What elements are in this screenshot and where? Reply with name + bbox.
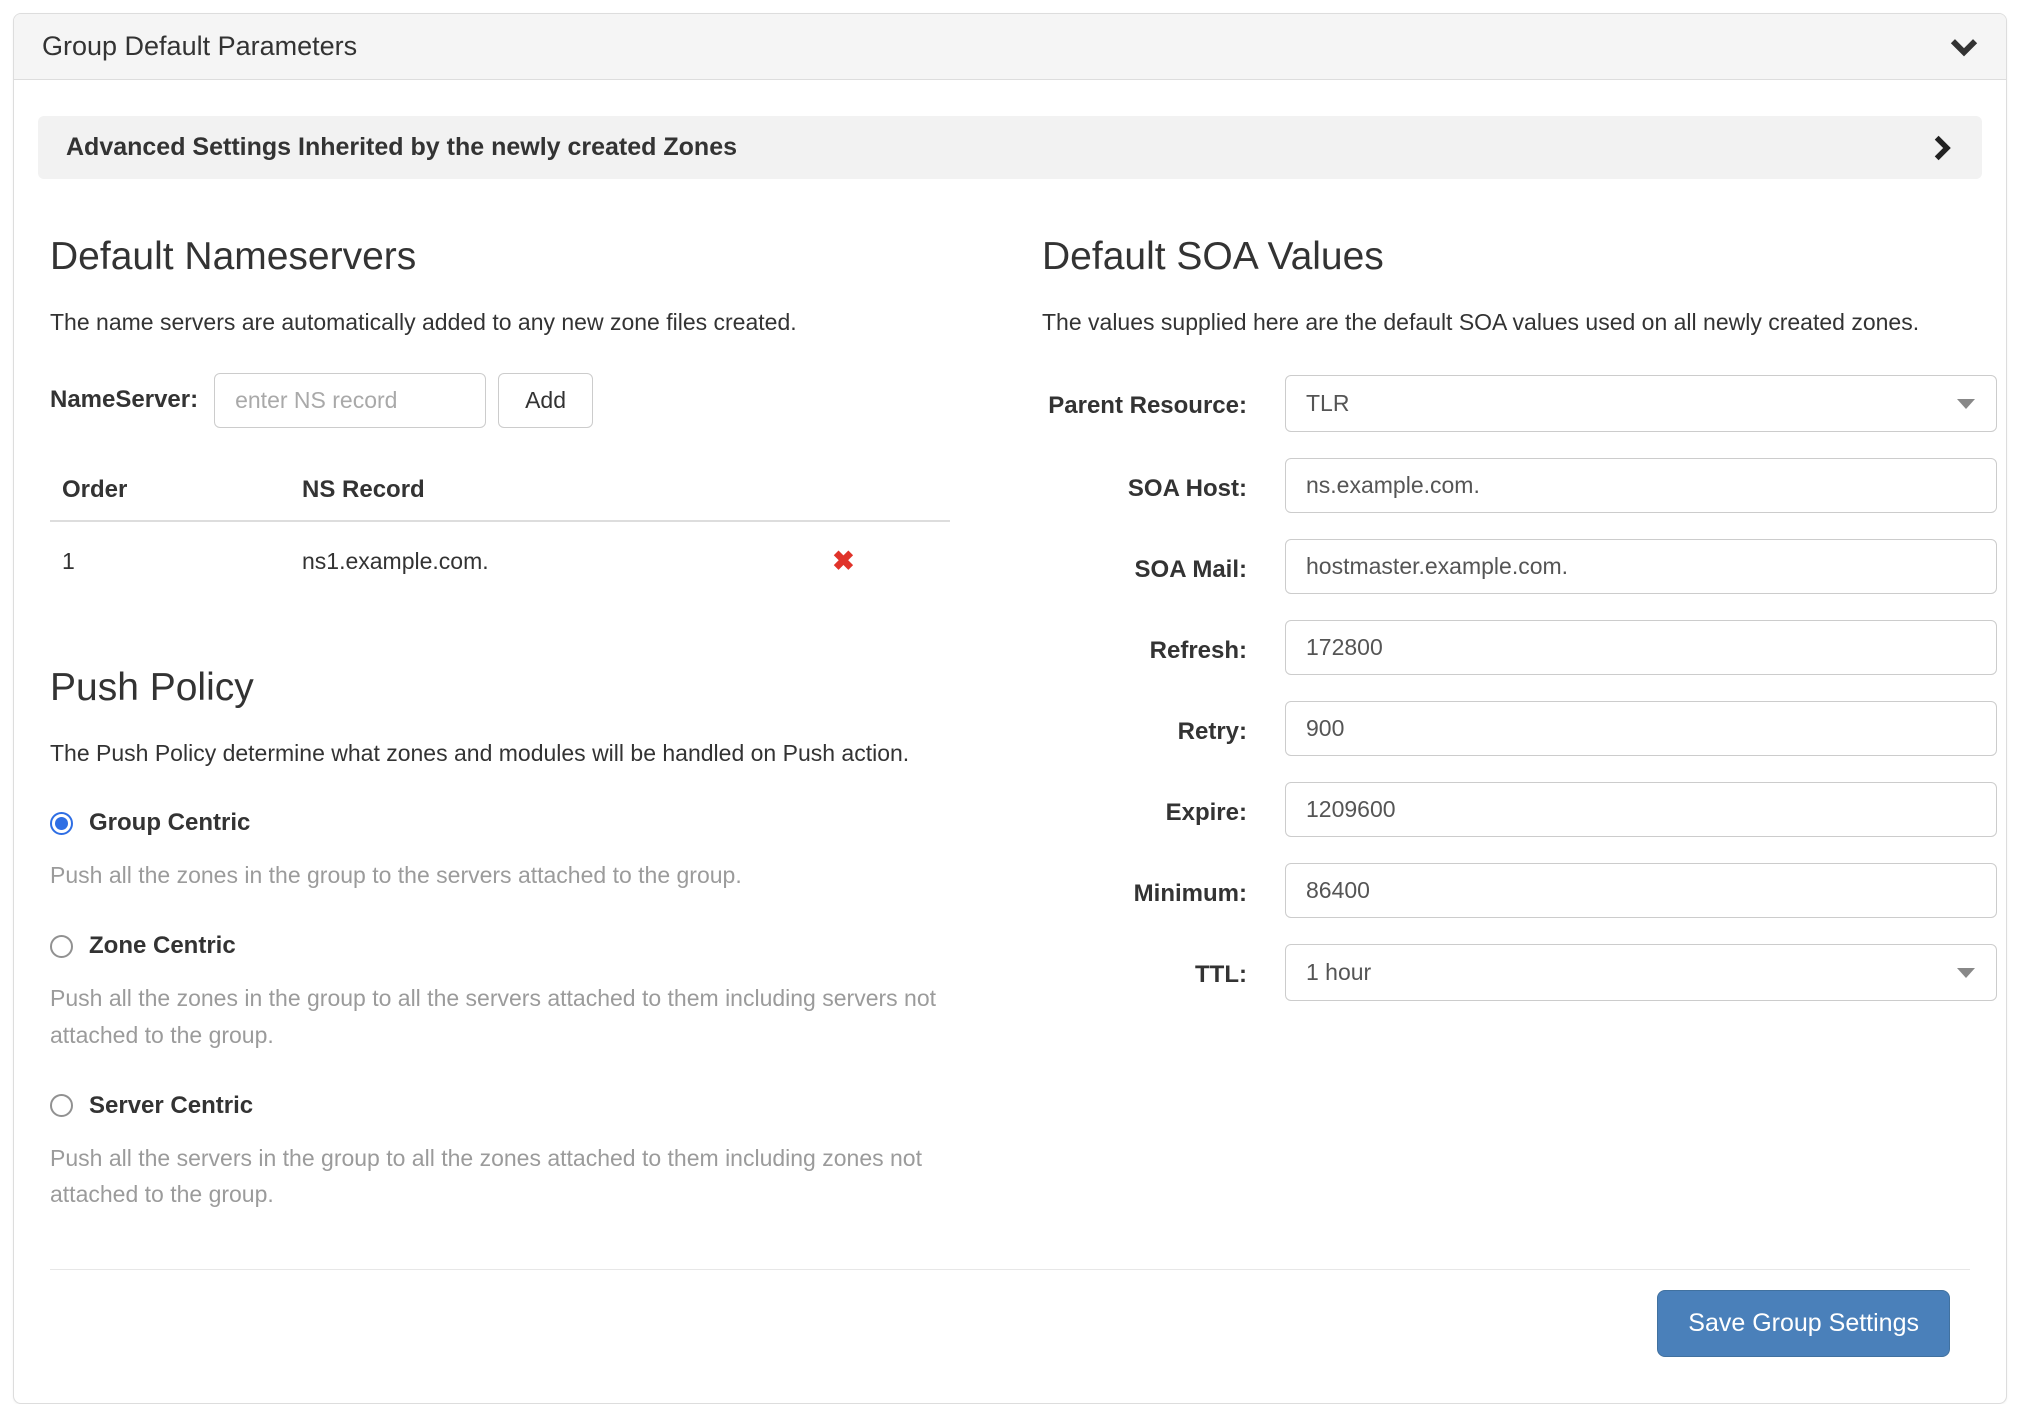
table-row: 1 ns1.example.com. ✖ xyxy=(50,521,950,594)
ttl-select[interactable]: 1 hour xyxy=(1285,944,1997,1001)
soa-row-retry: Retry: xyxy=(1042,701,1970,756)
soa-row-host: SOA Host: xyxy=(1042,458,1970,513)
soa-host-input[interactable] xyxy=(1285,458,1997,513)
soa-row-expire: Expire: xyxy=(1042,782,1970,837)
advanced-settings-label: Advanced Settings Inherited by the newly… xyxy=(66,133,737,162)
soa-form: Parent Resource: TLR SOA Host: xyxy=(1042,375,1970,1001)
minimum-label: Minimum: xyxy=(1042,863,1247,912)
default-soa-values-description: The values supplied here are the default… xyxy=(1042,305,1942,341)
nameserver-table: Order NS Record 1 ns1.example.com. ✖ xyxy=(50,466,950,594)
save-group-settings-button[interactable]: Save Group Settings xyxy=(1657,1290,1950,1357)
chevron-down-icon[interactable] xyxy=(1950,33,1978,61)
page: Group Default Parameters Advanced Settin… xyxy=(0,0,2020,1366)
radio-zone-centric-label[interactable]: Zone Centric xyxy=(89,932,236,960)
zone-centric-description: Push all the zones in the group to all t… xyxy=(50,980,978,1054)
soa-host-label: SOA Host: xyxy=(1042,458,1247,507)
chevron-right-icon xyxy=(1928,135,1954,161)
retry-input[interactable] xyxy=(1285,701,1997,756)
push-policy-description: The Push Policy determine what zones and… xyxy=(50,736,978,772)
table-header-action xyxy=(820,466,950,521)
default-nameservers-heading: Default Nameservers xyxy=(50,235,978,279)
nameserver-input[interactable] xyxy=(214,373,486,428)
left-column: Default Nameservers The name servers are… xyxy=(50,189,978,1213)
footer-actions: Save Group Settings xyxy=(38,1270,1982,1403)
soa-mail-label: SOA Mail: xyxy=(1042,539,1247,588)
push-policy-option-group-centric: Group Centric Push all the zones in the … xyxy=(50,809,978,894)
soa-mail-input[interactable] xyxy=(1285,539,1997,594)
panel-title: Group Default Parameters xyxy=(42,31,357,62)
retry-label: Retry: xyxy=(1042,701,1247,750)
default-soa-values-heading: Default SOA Values xyxy=(1042,235,1970,279)
table-header-ns-record: NS Record xyxy=(290,466,820,521)
soa-row-ttl: TTL: 1 hour xyxy=(1042,944,1970,1001)
ttl-label: TTL: xyxy=(1042,944,1247,993)
soa-row-mail: SOA Mail: xyxy=(1042,539,1970,594)
push-policy-option-zone-centric: Zone Centric Push all the zones in the g… xyxy=(50,932,978,1054)
group-centric-description: Push all the zones in the group to the s… xyxy=(50,857,978,894)
soa-row-refresh: Refresh: xyxy=(1042,620,1970,675)
push-policy-heading: Push Policy xyxy=(50,666,978,710)
nameserver-label: NameServer: xyxy=(50,386,198,414)
server-centric-description: Push all the servers in the group to all… xyxy=(50,1140,978,1214)
ns-order-cell: 1 xyxy=(50,521,290,594)
push-policy-option-server-centric: Server Centric Push all the servers in t… xyxy=(50,1092,978,1214)
ns-record-cell: ns1.example.com. xyxy=(290,521,820,594)
add-nameserver-button[interactable]: Add xyxy=(498,373,593,428)
radio-group-centric[interactable] xyxy=(50,812,73,835)
panel-body: Advanced Settings Inherited by the newly… xyxy=(14,80,2006,1403)
minimum-input[interactable] xyxy=(1285,863,1997,918)
radio-group-centric-label[interactable]: Group Centric xyxy=(89,809,250,837)
radio-server-centric-label[interactable]: Server Centric xyxy=(89,1092,253,1120)
default-nameservers-description: The name servers are automatically added… xyxy=(50,305,978,341)
nameserver-form: NameServer: Add xyxy=(50,373,978,428)
soa-row-minimum: Minimum: xyxy=(1042,863,1970,918)
refresh-label: Refresh: xyxy=(1042,620,1247,669)
refresh-input[interactable] xyxy=(1285,620,1997,675)
expire-label: Expire: xyxy=(1042,782,1247,831)
right-column: Default SOA Values The values supplied h… xyxy=(1042,189,1970,1213)
radio-zone-centric[interactable] xyxy=(50,935,73,958)
parent-resource-select[interactable]: TLR xyxy=(1285,375,1997,432)
advanced-settings-bar[interactable]: Advanced Settings Inherited by the newly… xyxy=(38,116,1982,179)
delete-ns-icon[interactable]: ✖ xyxy=(832,546,855,576)
radio-server-centric[interactable] xyxy=(50,1094,73,1117)
parent-resource-label: Parent Resource: xyxy=(1042,375,1247,424)
group-default-parameters-panel: Group Default Parameters Advanced Settin… xyxy=(13,13,2007,1404)
table-header-order: Order xyxy=(50,466,290,521)
soa-row-parent-resource: Parent Resource: TLR xyxy=(1042,375,1970,432)
panel-header[interactable]: Group Default Parameters xyxy=(14,14,2006,80)
expire-input[interactable] xyxy=(1285,782,1997,837)
